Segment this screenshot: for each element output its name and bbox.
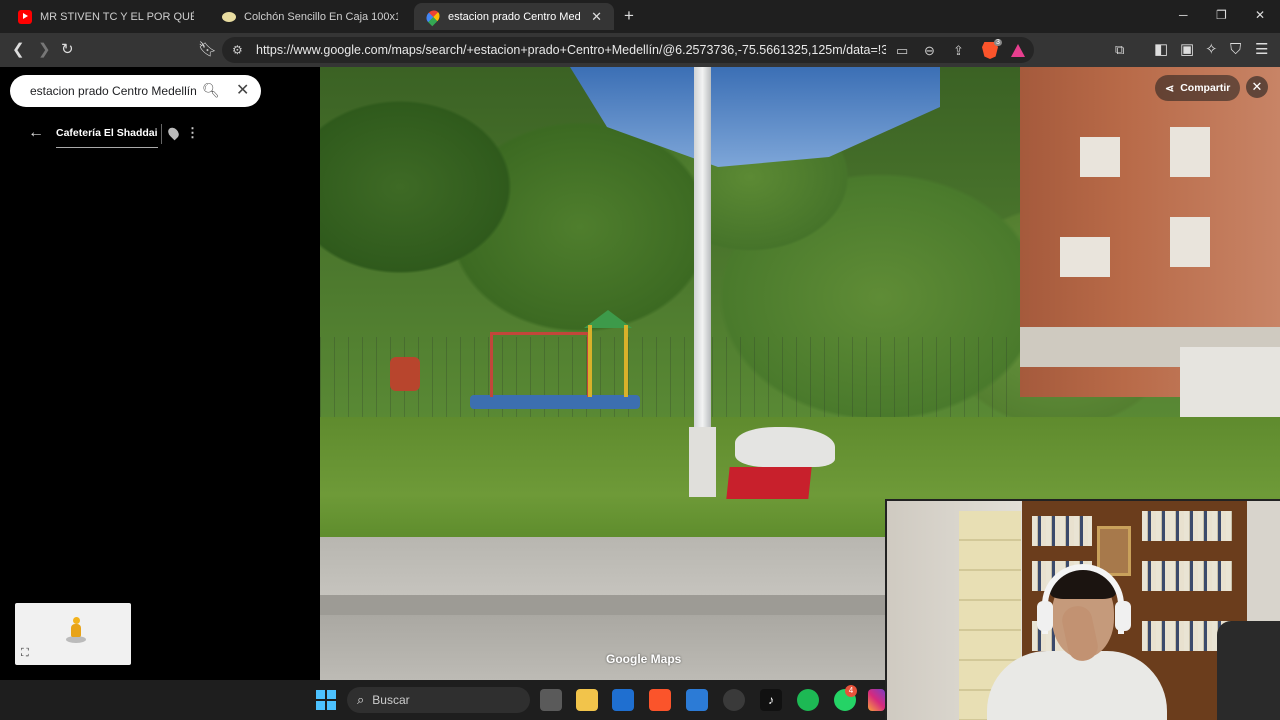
back-icon[interactable]: ❮ [12,41,25,59]
play-tower [588,325,628,397]
taskbar-search[interactable]: ⌕ Buscar [347,687,530,713]
more-options-icon[interactable]: ⋮ [186,125,199,141]
tab-google-maps[interactable]: estacion prado Centro Medellín ✕ [414,3,614,30]
search-icon[interactable]: 🔍︎ [202,82,220,99]
street-view-pegman-card[interactable]: ⛶ [15,603,131,665]
headphone-earcup [1037,601,1053,631]
pole-base [689,427,716,497]
maximize-button[interactable]: ❐ [1216,8,1227,22]
books [1032,516,1092,546]
tab-youtube[interactable]: MR STIVEN TC Y EL POR QUÉ NO SE [6,3,206,30]
vpn-icon[interactable]: ⛉ [1230,41,1241,59]
leo-ai-icon[interactable]: ✧ [1205,41,1218,59]
address-bar[interactable]: ⚙︎ https://www.google.com/maps/search/+e… [222,37,1034,63]
rubble-pile [735,427,835,467]
chair [1217,621,1280,720]
pegman-icon[interactable] [66,617,86,643]
brave-shields-badge: 3 [994,39,1002,46]
tab-title: MR STIVEN TC Y EL POR QUÉ NO SE [40,10,194,23]
cast-icon[interactable]: ▭ [896,43,908,59]
forward-icon[interactable]: ❯ [38,41,51,59]
new-tab-button[interactable]: + [624,6,634,26]
share-label: Compartir [1180,82,1231,94]
wallet-icon[interactable]: ▣ [1180,41,1194,59]
site-settings-icon[interactable]: ⚙︎ [232,43,246,57]
tab-title: estacion prado Centro Medellín [448,10,581,23]
location-pin-icon[interactable] [166,125,181,141]
books [1142,511,1232,541]
reload-icon[interactable]: ↻ [61,41,74,59]
playground-floor [470,395,640,409]
back-arrow-icon[interactable]: ← [28,124,44,142]
spotify-icon[interactable] [797,689,819,711]
webcam-overlay [885,499,1280,720]
url-text[interactable]: https://www.google.com/maps/search/+esta… [256,43,886,57]
photos-icon[interactable] [686,689,708,711]
menu-icon[interactable]: ☰ [1255,41,1268,59]
obs-icon[interactable] [723,689,745,711]
google-maps-watermark: Google Maps [606,652,682,666]
bookmark-icon[interactable]: 🔖︎ [198,41,217,59]
task-view-icon[interactable] [540,689,562,711]
instagram-icon[interactable] [868,689,885,711]
sidebar-icon[interactable]: ◧ [1154,41,1168,59]
file-explorer-icon[interactable] [576,689,598,711]
maps-search-input[interactable] [30,84,200,98]
search-icon: ⌕ [357,692,365,707]
screenshot-icon[interactable]: ⧉ [1115,41,1124,59]
whatsapp-badge: 4 [845,685,857,697]
microsoft-store-icon[interactable] [612,689,634,711]
youtube-icon [18,9,32,24]
brave-rewards-icon[interactable] [1011,44,1025,57]
chain-fence [320,337,1020,417]
windows-start-icon[interactable] [316,690,336,710]
place-name-underline [56,147,158,148]
books [1142,561,1232,591]
close-street-view-button[interactable]: ✕ [1246,76,1268,98]
close-tab-icon[interactable]: ✕ [591,9,602,25]
windows-taskbar: ⌕ Buscar ♪ 4 [0,680,885,720]
mattress-icon [222,11,236,22]
browser-toolbar: ❮ ❯ ↻ 🔖︎ ⚙︎ https://www.google.com/maps/… [0,33,1280,67]
swing-set [490,332,590,397]
maps-search-box[interactable]: 🔍︎ ✕ [10,75,261,107]
tiktok-icon[interactable]: ♪ [760,689,782,711]
place-name[interactable]: Cafetería El Shaddai [56,127,158,139]
expand-icon[interactable]: ⛶ [21,647,29,660]
divider [161,124,162,144]
maps-side-panel: 🔍︎ ✕ ← Cafetería El Shaddai ⋮ ⛶ [0,67,320,680]
zoom-icon[interactable]: ⊖ [924,43,935,59]
taskbar-search-placeholder: Buscar [372,693,410,707]
red-sack [726,467,812,499]
share-button[interactable]: ⋖ Compartir [1155,75,1241,101]
close-icon[interactable]: ✕ [236,80,249,100]
minimize-button[interactable]: ─ [1179,8,1188,22]
tab-mattress[interactable]: Colchón Sencillo En Caja 100x190 Fil [210,3,410,30]
share-icon[interactable]: ⇪ [953,43,964,59]
google-maps-icon [423,7,443,26]
tab-title: Colchón Sencillo En Caja 100x190 Fil [244,10,398,23]
close-window-button[interactable]: ✕ [1255,8,1265,22]
share-icon: ⋖ [1165,82,1175,95]
person-body [987,651,1167,720]
brave-browser-icon[interactable] [649,689,671,711]
red-barrel [390,357,420,391]
browser-tab-strip: MR STIVEN TC Y EL POR QUÉ NO SE Colchón … [0,0,1280,33]
headphone-earcup [1115,601,1131,631]
